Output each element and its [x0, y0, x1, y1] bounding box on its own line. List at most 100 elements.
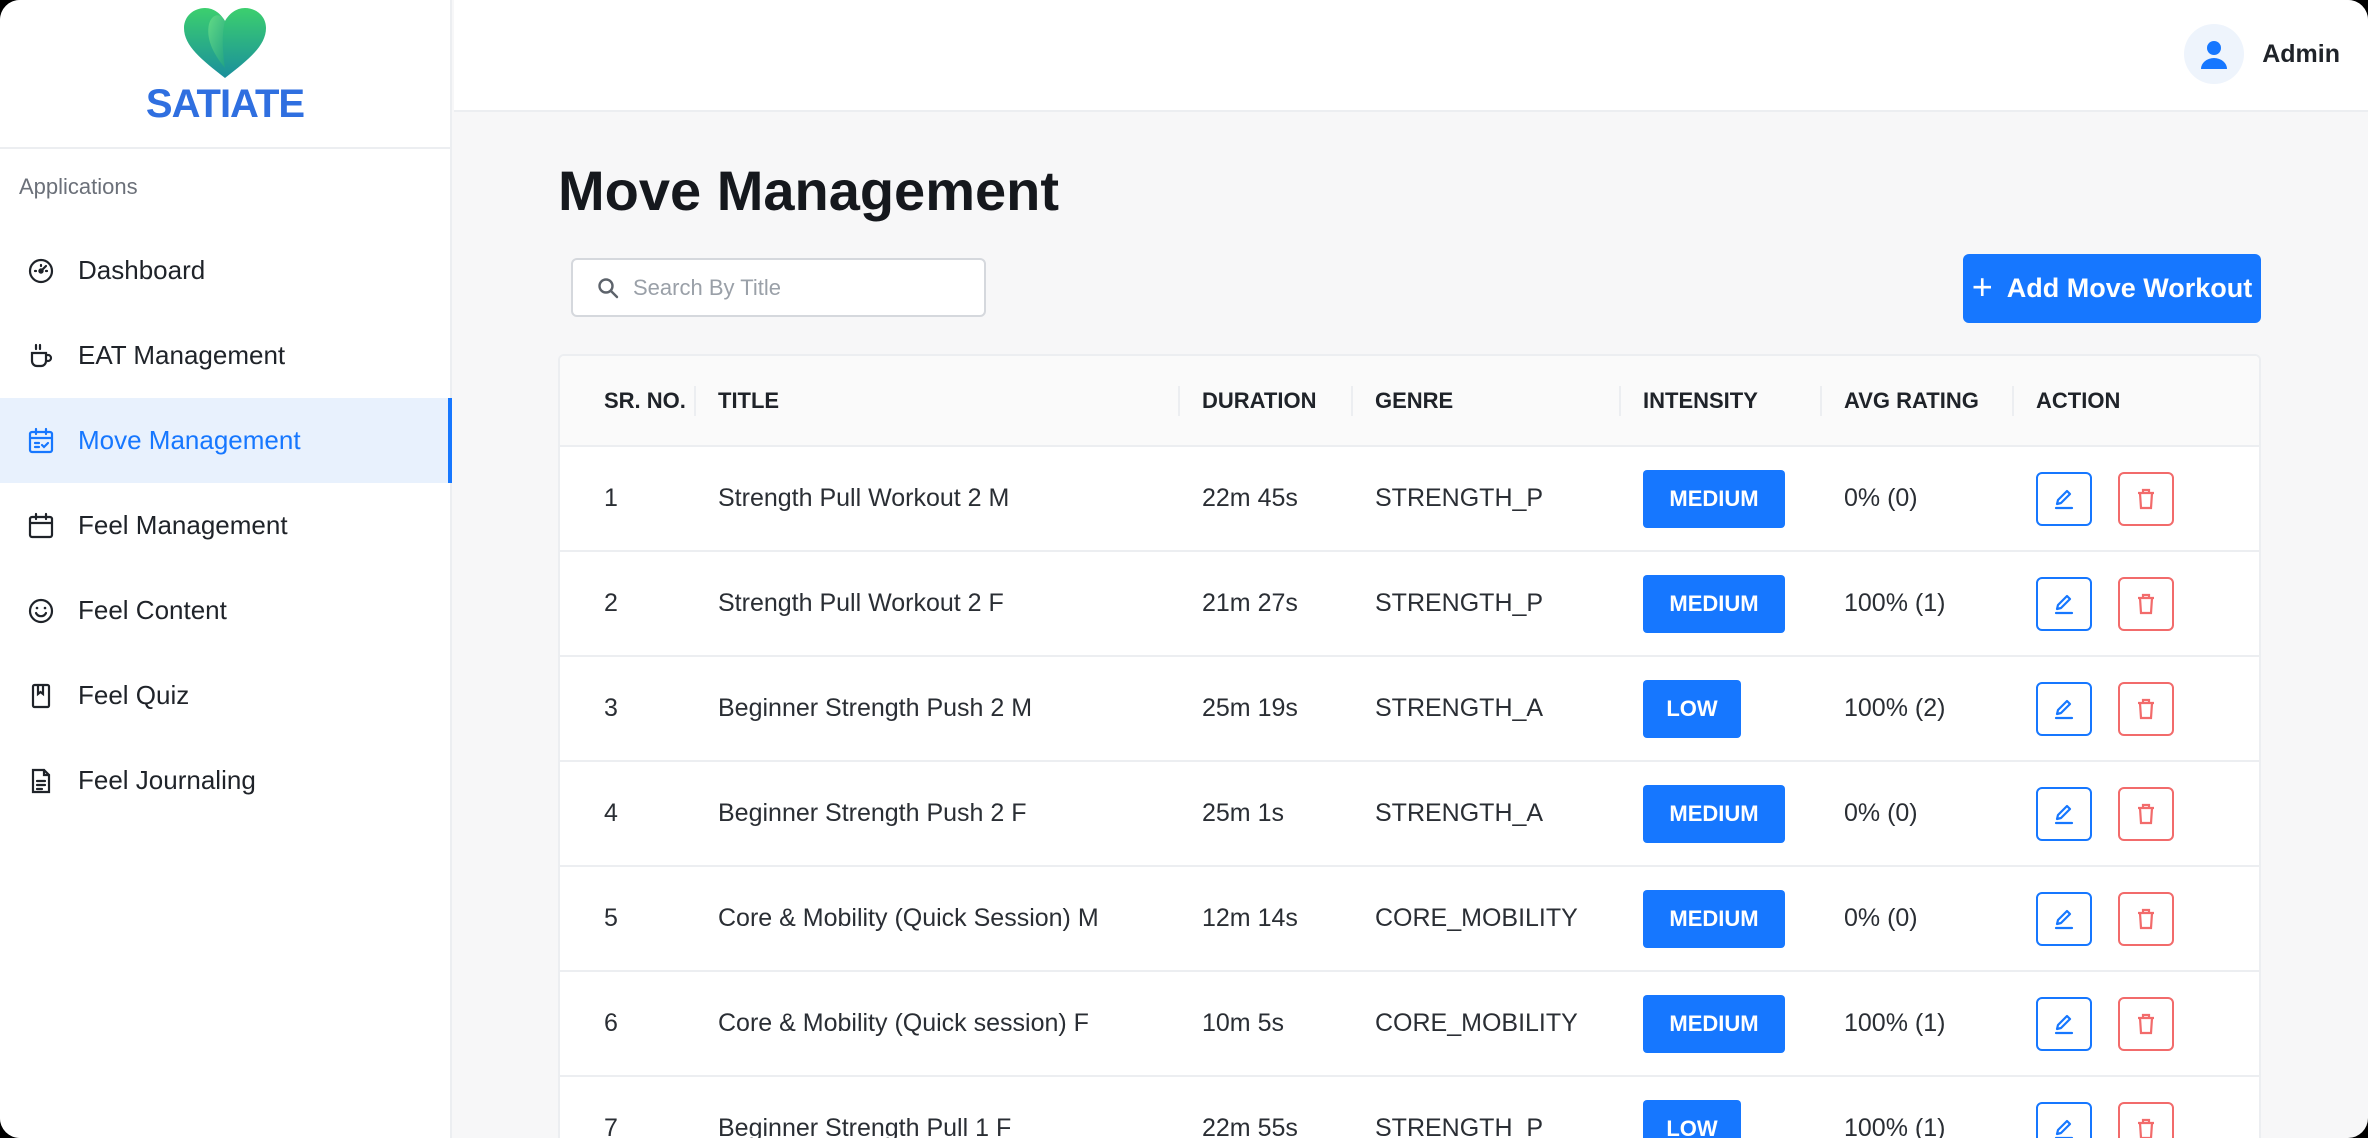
cell-sr-no: 1 [604, 484, 618, 512]
sidebar: SATIATE Applications Dashboard EAT Manag… [0, 0, 452, 1138]
cell-intensity: LOW [1621, 656, 1822, 761]
table-row: 6 Core & Mobility (Quick session) F 10m 5s… [560, 971, 2259, 1076]
cell-genre: CORE_MOBILITY [1375, 904, 1578, 932]
gauge-icon [26, 256, 56, 286]
sidebar-item-feel-quiz[interactable]: Feel Quiz [0, 653, 452, 738]
coffee-cup-icon [26, 341, 56, 371]
column-header-intensity[interactable]: INTENSITY [1621, 356, 1822, 447]
sidebar-item-label: Dashboard [78, 255, 206, 285]
cell-genre: STRENGTH_P [1375, 1114, 1544, 1138]
cell-actions [2014, 656, 2259, 761]
sidebar-item-label: Move Management [78, 425, 301, 455]
edit-button[interactable] [2036, 681, 2092, 736]
cell-avg-rating: 0% (0) [1844, 484, 1918, 512]
pencil-icon [2052, 487, 2076, 511]
edit-button[interactable] [2036, 996, 2092, 1051]
smile-icon [26, 596, 56, 626]
intensity-badge: MEDIUM [1643, 574, 1785, 633]
column-header-avg-rating[interactable]: AVG RATING [1822, 356, 2014, 447]
cell-avg-rating: 100% (1) [1844, 1114, 1946, 1138]
table-row: 3 Beginner Strength Push 2 M 25m 19s STRENG… [560, 656, 2259, 761]
heart-logo-icon [184, 8, 266, 78]
cell-genre: STRENGTH_P [1375, 589, 1544, 617]
pencil-icon [2052, 697, 2076, 721]
cell-intensity: MEDIUM [1621, 761, 1822, 866]
delete-button[interactable] [2118, 471, 2174, 526]
cell-intensity: LOW [1621, 1076, 1822, 1138]
sidebar-item-label: Feel Management [78, 510, 288, 540]
trash-icon [2135, 487, 2157, 511]
delete-button[interactable] [2118, 1101, 2174, 1138]
cell-avg-rating: 100% (2) [1844, 694, 1946, 722]
sidebar-item-dashboard[interactable]: Dashboard [0, 228, 452, 313]
pencil-icon [2052, 907, 2076, 931]
table-row: 4 Beginner Strength Push 2 F 25m 1s STRENGT… [560, 761, 2259, 866]
edit-button[interactable] [2036, 1101, 2092, 1138]
edit-button[interactable] [2036, 786, 2092, 841]
sidebar-item-feel-content[interactable]: Feel Content [0, 568, 452, 653]
delete-button[interactable] [2118, 576, 2174, 631]
cell-intensity: MEDIUM [1621, 866, 1822, 971]
cell-genre: STRENGTH_A [1375, 799, 1544, 827]
trash-icon [2135, 592, 2157, 616]
cell-duration: 12m 14s [1202, 904, 1298, 932]
sidebar-item-eat-management[interactable]: EAT Management [0, 313, 452, 398]
column-header-genre[interactable]: GENRE [1353, 356, 1621, 447]
pencil-icon [2052, 1117, 2076, 1138]
delete-button[interactable] [2118, 891, 2174, 946]
sidebar-section-label: Applications [19, 174, 138, 199]
trash-icon [2135, 1117, 2157, 1138]
cell-actions [2014, 866, 2259, 971]
cell-genre: STRENGTH_A [1375, 694, 1544, 722]
cell-sr-no: 4 [604, 799, 618, 827]
intensity-badge: MEDIUM [1643, 469, 1785, 528]
cell-sr-no: 3 [604, 694, 618, 722]
intensity-badge: LOW [1643, 1099, 1741, 1138]
search-input[interactable] [633, 274, 963, 301]
page-title: Move Management [558, 159, 1059, 222]
cell-title: Strength Pull Workout 2 M [718, 484, 1010, 512]
top-header: Admin [454, 0, 2368, 112]
table-row: 5 Core & Mobility (Quick Session) M 12m 14… [560, 866, 2259, 971]
delete-button[interactable] [2118, 996, 2174, 1051]
plus-icon: + [1971, 265, 1993, 307]
cell-actions [2014, 446, 2259, 551]
search-box [571, 258, 986, 317]
user-menu[interactable]: Admin [2184, 24, 2340, 84]
logo[interactable]: SATIATE [0, 0, 450, 149]
intensity-badge: MEDIUM [1643, 889, 1785, 948]
calendar-check-icon [26, 426, 56, 456]
column-header-duration[interactable]: DURATION [1180, 356, 1353, 447]
cell-intensity: MEDIUM [1621, 971, 1822, 1076]
cell-actions [2014, 971, 2259, 1076]
app-window: SATIATE Applications Dashboard EAT Manag… [0, 0, 2368, 1138]
column-header-sr-no[interactable]: SR. NO. [560, 356, 696, 447]
pencil-icon [2052, 802, 2076, 826]
brand-name: SATIATE [145, 82, 305, 126]
trash-icon [2135, 697, 2157, 721]
cell-duration: 25m 19s [1202, 694, 1298, 722]
cell-duration: 22m 45s [1202, 484, 1298, 512]
sidebar-nav: Dashboard EAT Management Move Management… [0, 228, 452, 823]
sidebar-item-feel-management[interactable]: Feel Management [0, 483, 452, 568]
cell-avg-rating: 100% (1) [1844, 589, 1946, 617]
avatar [2184, 24, 2245, 84]
table-row: 7 Beginner Strength Pull 1 F 22m 55s STRENG… [560, 1076, 2259, 1138]
column-header-title[interactable]: TITLE [696, 356, 1180, 447]
sidebar-item-feel-journaling[interactable]: Feel Journaling [0, 738, 452, 823]
document-icon [26, 766, 56, 796]
delete-button[interactable] [2118, 681, 2174, 736]
sidebar-item-move-management[interactable]: Move Management [0, 398, 452, 483]
table-header-row: SR. NO. TITLE DURATION GENRE INTENSITY A… [560, 356, 2259, 447]
cell-actions [2014, 1076, 2259, 1138]
cell-title: Strength Pull Workout 2 F [718, 589, 1004, 617]
trash-icon [2135, 1012, 2157, 1036]
pencil-icon [2052, 1012, 2076, 1036]
add-move-workout-button[interactable]: + Add Move Workout [1963, 254, 2261, 323]
cell-title: Beginner Strength Push 2 F [718, 799, 1027, 827]
edit-button[interactable] [2036, 471, 2092, 526]
delete-button[interactable] [2118, 786, 2174, 841]
cell-genre: CORE_MOBILITY [1375, 1009, 1578, 1037]
edit-button[interactable] [2036, 576, 2092, 631]
edit-button[interactable] [2036, 891, 2092, 946]
